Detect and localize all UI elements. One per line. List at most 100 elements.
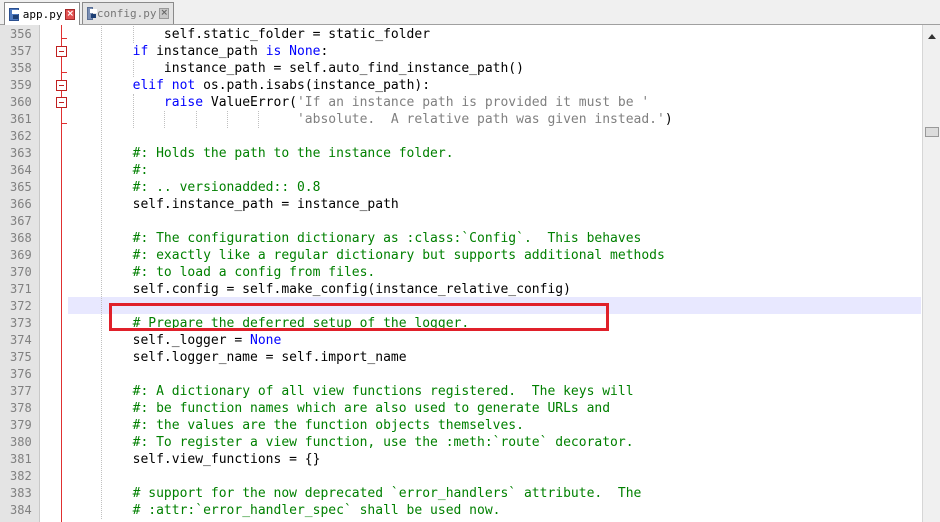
- line-number: 356: [10, 27, 32, 41]
- tab-bar: app.py × config.py ×: [0, 0, 940, 25]
- indent-guide: [132, 60, 134, 77]
- close-icon[interactable]: ×: [65, 8, 75, 20]
- code-text: 'absolute. A relative path was given ins…: [296, 112, 673, 127]
- indent-guide: [132, 26, 134, 43]
- line-number: 370: [10, 265, 32, 279]
- line-number: 361: [10, 112, 32, 126]
- code-text: self.config = self.make_config(instance_…: [70, 282, 571, 297]
- line-number: 359: [10, 78, 32, 92]
- code-line[interactable]: 380 #: To register a view function, use …: [0, 434, 922, 451]
- code-text: # support for the now deprecated `error_…: [132, 486, 642, 501]
- code-text: elif not os.path.isabs(instance_path):: [132, 78, 431, 93]
- code-text: #: to load a config from files.: [132, 265, 376, 280]
- line-number: 358: [10, 61, 32, 75]
- vertical-scrollbar[interactable]: [922, 25, 940, 522]
- fold-toggle-icon[interactable]: [56, 80, 67, 91]
- code-line[interactable]: 383 # support for the now deprecated `er…: [0, 485, 922, 502]
- line-number: 376: [10, 367, 32, 381]
- code-text: if instance_path is None:: [132, 44, 329, 59]
- code-text: self.static_folder = static_folder: [70, 27, 431, 42]
- code-line[interactable]: 359 elif not os.path.isabs(instance_path…: [0, 77, 922, 94]
- line-number: 360: [10, 95, 32, 109]
- fold-end-marker: [61, 72, 67, 73]
- line-number: 377: [10, 384, 32, 398]
- annotation-highlight-box: [109, 303, 609, 331]
- code-line[interactable]: 370 #: to load a config from files.: [0, 264, 922, 281]
- code-line[interactable]: 363 #: Holds the path to the instance fo…: [0, 145, 922, 162]
- code-line[interactable]: 356 self.static_folder = static_folder: [0, 26, 922, 43]
- line-number: 367: [10, 214, 32, 228]
- code-text: #: The configuration dictionary as :clas…: [132, 231, 642, 246]
- tab-label: app.py: [22, 7, 63, 21]
- line-number: 383: [10, 486, 32, 500]
- code-text: self.view_functions = {}: [70, 452, 321, 467]
- line-number: 371: [10, 282, 32, 296]
- line-number: 372: [10, 299, 32, 313]
- code-line[interactable]: 361 'absolute. A relative path was given…: [0, 111, 922, 128]
- fold-toggle-icon[interactable]: [56, 97, 67, 108]
- indent-guide: [227, 111, 228, 128]
- indent-guide: [258, 111, 260, 128]
- scroll-up-arrow-icon[interactable]: [925, 29, 939, 43]
- code-line[interactable]: 376: [0, 366, 922, 383]
- code-text: #: be function names which are also used…: [132, 401, 611, 416]
- tab-label: config.py: [96, 7, 157, 20]
- line-number: 384: [10, 503, 32, 517]
- code-line[interactable]: 358 instance_path = self.auto_find_insta…: [0, 60, 922, 77]
- line-number: 368: [10, 231, 32, 245]
- line-number: 379: [10, 418, 32, 432]
- code-line[interactable]: 364 #:: [0, 162, 922, 179]
- code-line[interactable]: 371 self.config = self.make_config(insta…: [0, 281, 922, 298]
- code-text: #: A dictionary of all view functions re…: [132, 384, 634, 399]
- close-icon[interactable]: ×: [159, 8, 169, 19]
- code-text: raise ValueError('If an instance path is…: [163, 95, 650, 110]
- line-number: 369: [10, 248, 32, 262]
- code-line[interactable]: 365 #: .. versionadded:: 0.8: [0, 179, 922, 196]
- code-line[interactable]: 374 self._logger = None: [0, 332, 922, 349]
- code-line[interactable]: 367: [0, 213, 922, 230]
- code-line[interactable]: 362: [0, 128, 922, 145]
- line-number: 382: [10, 469, 32, 483]
- save-icon: [87, 7, 97, 20]
- code-line[interactable]: 366 self.instance_path = instance_path: [0, 196, 922, 213]
- code-line[interactable]: 379 #: the values are the function objec…: [0, 417, 922, 434]
- code-text: # :attr:`error_handler_spec` shall be us…: [132, 503, 501, 518]
- tab-config-py[interactable]: config.py ×: [82, 2, 174, 24]
- line-number: 365: [10, 180, 32, 194]
- line-number: 357: [10, 44, 32, 58]
- tab-app-py[interactable]: app.py ×: [4, 2, 80, 25]
- fold-end-marker: [61, 38, 67, 39]
- code-text: #:: [132, 163, 149, 178]
- code-line[interactable]: 369 #: exactly like a regular dictionary…: [0, 247, 922, 264]
- code-line[interactable]: 360 raise ValueError('If an instance pat…: [0, 94, 922, 111]
- code-line[interactable]: 357 if instance_path is None:: [0, 43, 922, 60]
- line-number: 362: [10, 129, 32, 143]
- scrollbar-thumb[interactable]: [925, 127, 939, 137]
- code-text: #: To register a view function, use the …: [132, 435, 634, 450]
- code-line[interactable]: 377 #: A dictionary of all view function…: [0, 383, 922, 400]
- code-line[interactable]: 375 self.logger_name = self.import_name: [0, 349, 922, 366]
- line-number: 374: [10, 333, 32, 347]
- code-text: instance_path = self.auto_find_instance_…: [70, 61, 524, 76]
- line-number: 364: [10, 163, 32, 177]
- code-line[interactable]: 382: [0, 468, 922, 485]
- indent-guide: [164, 111, 166, 128]
- code-editor[interactable]: 356 self.static_folder = static_folder 35…: [0, 25, 922, 522]
- code-line[interactable]: 384 # :attr:`error_handler_spec` shall b…: [0, 502, 922, 519]
- code-line[interactable]: 368 #: The configuration dictionary as :…: [0, 230, 922, 247]
- code-line[interactable]: 381 self.view_functions = {}: [0, 451, 922, 468]
- line-number: 375: [10, 350, 32, 364]
- line-number: 373: [10, 316, 32, 330]
- save-icon: [9, 7, 19, 21]
- line-number: 380: [10, 435, 32, 449]
- code-text: #: the values are the function objects t…: [132, 418, 524, 433]
- code-text: #: .. versionadded:: 0.8: [132, 180, 321, 195]
- indent-guide: [101, 26, 103, 519]
- indent-guide: [195, 111, 197, 128]
- line-number: 366: [10, 197, 32, 211]
- code-text: #: exactly like a regular dictionary but…: [132, 248, 665, 263]
- fold-toggle-icon[interactable]: [56, 46, 67, 57]
- code-line[interactable]: 378 #: be function names which are also …: [0, 400, 922, 417]
- code-text: self.logger_name = self.import_name: [70, 350, 407, 365]
- line-number: 381: [10, 452, 32, 466]
